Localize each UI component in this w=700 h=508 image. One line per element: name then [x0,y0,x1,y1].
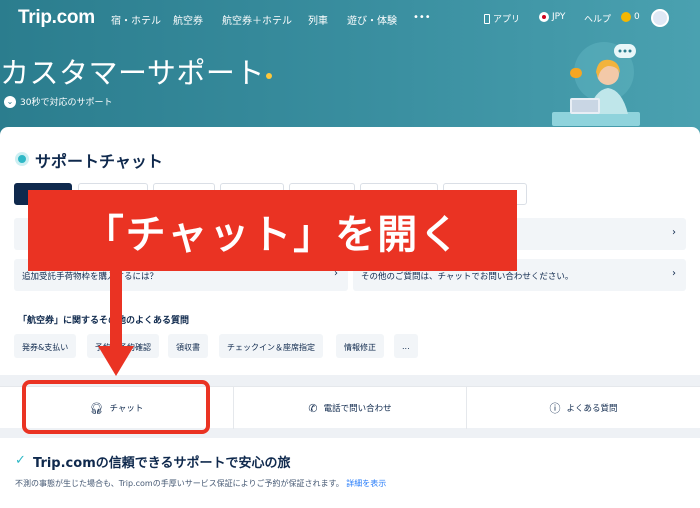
title-accent-dot [266,73,272,79]
trust-section [0,438,700,508]
nav-item-flight-hotel[interactable]: 航空券＋ホテル [222,12,292,27]
chip-info-correction[interactable]: 情報修正 [336,334,384,358]
nav-item-flights[interactable]: 航空券 [173,12,203,27]
checkmark-icon: ✓ [15,453,26,468]
nav-more-button[interactable]: ••• [413,12,431,23]
support-agent-illustration [552,42,640,126]
coin-icon [621,12,631,22]
chip-ticketing-payment[interactable]: 発券&支払い [14,334,77,358]
app-label: アプリ [493,15,521,25]
faq-label: よくある質問 [566,404,618,414]
nav-item-activities[interactable]: 遊び・体験 [347,12,397,27]
phone-icon: ✆ [308,401,318,415]
annotation-banner: 「チャット」を開く [28,190,517,271]
hero-subtitle: ⌄ 30秒で対応のサポート [4,95,112,108]
currency-selector[interactable]: JPY [539,12,565,22]
status-dot-icon [15,152,29,166]
chip-receipt[interactable]: 領収書 [168,334,208,358]
currency-label: JPY [552,12,566,22]
hero-subtitle-text: 30秒で対応のサポート [20,98,113,108]
trust-title: Trip.comの信頼できるサポートで安心の旅 [33,456,291,471]
top-nav: Trip.com 宿・ホテル 航空券 航空券＋ホテル 列車 遊び・体験 ••• … [0,0,700,36]
chip-more[interactable]: ... [394,334,418,358]
annotation-arrow-icon [98,346,134,376]
phone-icon [484,13,490,24]
annotation-highlight-box [22,380,210,434]
info-icon: ⓘ [549,402,561,415]
phone-contact-label: 電話で問い合わせ [323,404,392,414]
trust-description-text: 不測の事態が生じた場合も、Trip.comの手厚いサービス保証によりご予約が保証… [15,479,344,488]
page-title: カスタマーサポート [0,56,265,90]
trip-logo[interactable]: Trip.com [18,7,95,29]
chevron-right-icon: › [672,227,676,238]
trust-description: 不測の事態が生じた場合も、Trip.comの手厚いサービス保証によりご予約が保証… [15,478,386,489]
japan-flag-icon [539,12,549,22]
chip-checkin-seat[interactable]: チェックイン＆座席指定 [219,334,323,358]
details-link[interactable]: 詳細を表示 [346,479,386,488]
coins-count: 0 [634,12,640,22]
chevron-badge-icon: ⌄ [4,95,16,108]
nav-item-hotels[interactable]: 宿・ホテル [111,12,161,27]
annotation-arrow-shaft [110,270,122,350]
faq-item-text: 追加受託手荷物枠を購入するには？ [22,272,159,282]
support-chat-title: サポートチャット [35,152,163,171]
app-link[interactable]: アプリ [484,12,520,25]
related-faq-heading: 「航空券」に関するその他のよくある質問 [18,316,190,326]
chevron-right-icon: › [672,268,676,279]
faq-button[interactable]: ⓘ よくある質問 [466,387,700,429]
avatar[interactable] [651,9,669,27]
help-link[interactable]: ヘルプ [584,12,611,25]
nav-item-trains[interactable]: 列車 [308,12,328,27]
faq-item-text: その他のご質問は、チャットでお問い合わせください。 [361,272,574,282]
phone-contact-button[interactable]: ✆ 電話で問い合わせ [233,387,466,429]
coins-indicator[interactable]: 0 [621,12,640,22]
